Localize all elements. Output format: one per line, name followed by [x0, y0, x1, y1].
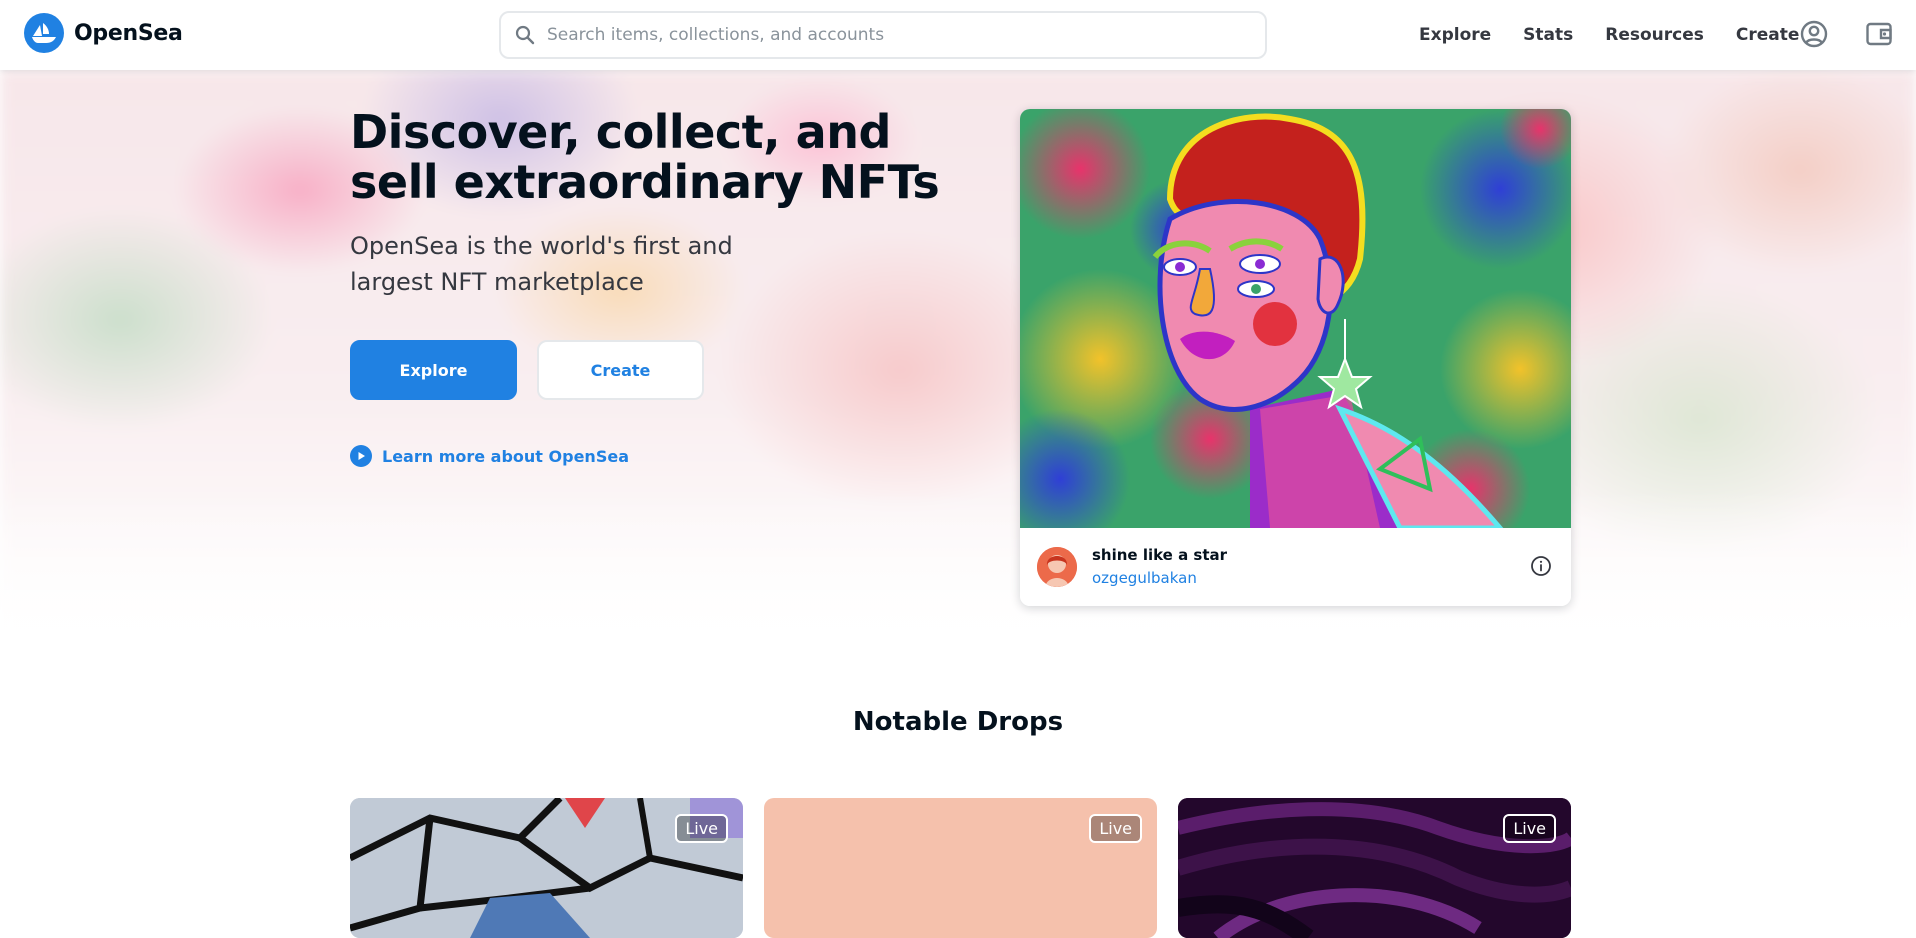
account-icon[interactable] — [1799, 19, 1829, 49]
create-button[interactable]: Create — [537, 340, 704, 400]
featured-nft-creator-link[interactable]: ozgegulbakan — [1092, 569, 1197, 587]
search-bar[interactable] — [499, 11, 1267, 59]
notable-drops-title: Notable Drops — [852, 707, 1064, 737]
creator-avatar[interactable] — [1037, 547, 1077, 587]
hero-fade — [0, 490, 1916, 650]
featured-nft-card[interactable]: shine like a star ozgegulbakan — [1020, 109, 1571, 606]
wallet-icon[interactable] — [1864, 19, 1894, 49]
drop-card[interactable]: Live — [764, 798, 1157, 938]
live-badge: Live — [1503, 814, 1556, 843]
search-icon — [513, 23, 537, 47]
info-icon[interactable] — [1530, 555, 1552, 577]
explore-button[interactable]: Explore — [350, 340, 517, 400]
nav-explore[interactable]: Explore — [1419, 25, 1491, 45]
learn-more-link[interactable]: Learn more about OpenSea — [350, 444, 629, 468]
nav-resources[interactable]: Resources — [1605, 25, 1704, 45]
drop-card[interactable]: Live — [350, 798, 743, 938]
featured-nft-image — [1020, 109, 1571, 528]
main-nav: Explore Stats Resources Create — [1419, 0, 1799, 70]
featured-nft-name: shine like a star — [1092, 546, 1228, 564]
nav-create[interactable]: Create — [1736, 25, 1800, 45]
featured-nft-footer: shine like a star ozgegulbakan — [1020, 528, 1571, 606]
top-nav-bar: OpenSea Explore Stats Resources Create — [0, 0, 1916, 70]
opensea-ship-icon — [24, 13, 64, 53]
nav-stats[interactable]: Stats — [1523, 25, 1573, 45]
opensea-logo[interactable]: OpenSea — [24, 13, 183, 53]
live-badge: Live — [1089, 814, 1142, 843]
learn-more-label: Learn more about OpenSea — [382, 446, 629, 466]
live-badge: Live — [675, 814, 728, 843]
hero-title: Discover, collect, and sell extraordinar… — [350, 105, 940, 209]
drop-card[interactable]: Live — [1178, 798, 1571, 938]
hero-subtitle: OpenSea is the world's first and largest… — [350, 232, 733, 296]
play-icon — [350, 445, 372, 467]
search-input[interactable] — [547, 25, 1247, 45]
logo-text: OpenSea — [74, 20, 183, 46]
